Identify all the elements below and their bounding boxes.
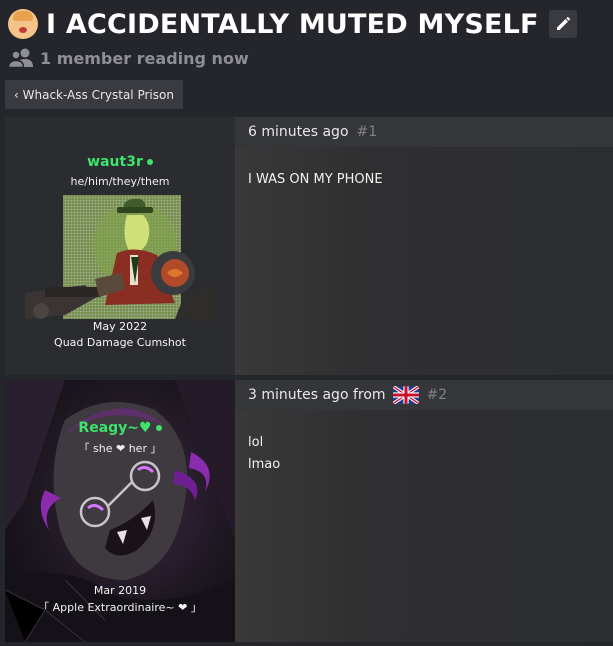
post: waut3r he/him/they/them May 2022 Quad Da… [5,117,613,375]
post-line: lol [248,435,264,450]
edit-title-button[interactable] [548,10,577,38]
post-number[interactable]: #1 [357,124,378,140]
post-body: I WAS ON MY PHONE [235,147,613,191]
baby-face-icon [8,9,38,39]
thread-title: I ACCIDENTALLY MUTED MYSELF [46,8,539,40]
post-user-sidebar: waut3r he/him/they/them May 2022 Quad Da… [5,117,235,375]
online-indicator [155,425,162,431]
username-link[interactable]: Reagy~♥ [5,420,235,436]
user-join-date: May 2022 [92,320,148,333]
thread-header: I ACCIDENTALLY MUTED MYSELF 1 member rea… [8,6,608,76]
user-title: 「 Apple Extraordinaire~ ❤ 」 [38,601,202,614]
people-icon [8,48,33,68]
user-pronouns: 「 she ❤ her 」 [78,442,162,455]
reading-count: 1 member reading now [40,48,249,68]
user-title: Quad Damage Cumshot [54,336,186,349]
pencil-icon [556,16,570,30]
breadcrumb-link[interactable]: ‹ Whack-Ass Crystal Prison [5,80,183,109]
user-pronouns: he/him/they/them [70,175,170,188]
username-link[interactable]: waut3r [5,154,235,170]
online-indicator [146,159,153,165]
post-meta: 6 minutes ago #1 [235,117,613,147]
post-line: lmao [248,457,281,472]
user-avatar[interactable] [25,193,215,323]
post-meta: 3 minutes ago from #2 [235,380,613,410]
post-user-sidebar: Reagy~♥ 「 she ❤ her 」 Mar 2019 「 Apple E… [5,380,235,642]
post-timestamp[interactable]: 6 minutes ago [248,124,349,140]
user-join-date: Mar 2019 [93,584,147,597]
post-content: 3 minutes ago from #2 lol lmao [235,380,613,642]
post-body: lol lmao [235,410,613,476]
post: Reagy~♥ 「 she ❤ her 」 Mar 2019 「 Apple E… [5,380,613,642]
post-number[interactable]: #2 [427,387,448,403]
gb-flag-icon [392,386,419,404]
post-line: I WAS ON MY PHONE [248,172,383,187]
post-content: 6 minutes ago #1 I WAS ON MY PHONE [235,117,613,375]
post-timestamp[interactable]: 3 minutes ago from [248,387,386,403]
